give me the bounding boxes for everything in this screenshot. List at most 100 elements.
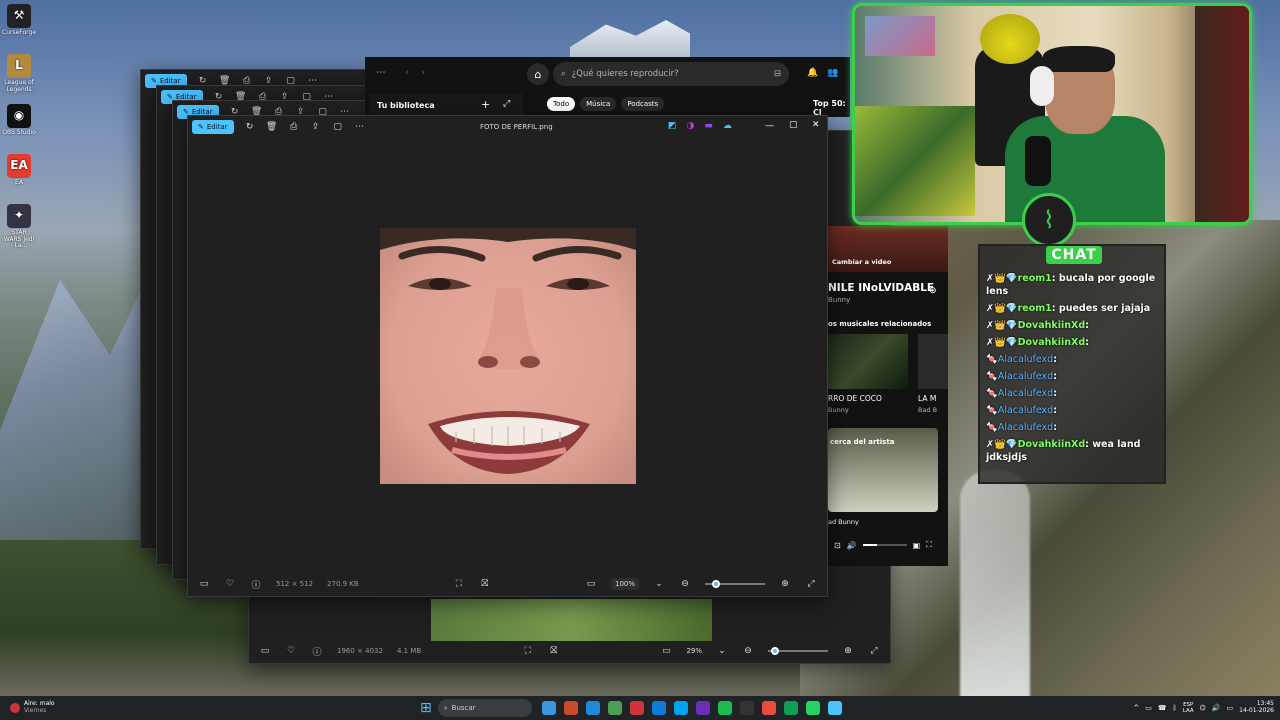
photo-viewer-window-front[interactable]: ✎ Editar ↻ 🗑 ⎙ ⇪ ▢ ⋯ FOTO DE PERFIL.png ◩… xyxy=(187,115,828,597)
desktop-icon[interactable]: ✦ STAR WARS Jedi - La... xyxy=(2,204,36,250)
network-icon[interactable]: ⌬ xyxy=(1200,704,1206,712)
taskbar-app-icon[interactable] xyxy=(739,701,754,715)
desktop-icon[interactable]: EA EA xyxy=(2,154,36,187)
taskbar-app-icon[interactable] xyxy=(629,701,644,715)
chat-username[interactable]: reom1 xyxy=(1018,303,1052,314)
queue-icon[interactable]: ⊡ xyxy=(834,541,841,550)
volume-slider[interactable] xyxy=(862,544,907,546)
maximize-icon[interactable]: ▢ xyxy=(789,120,798,130)
zoom-slider-front[interactable] xyxy=(705,580,766,588)
volume-icon[interactable]: 🔊 xyxy=(1212,704,1221,712)
expand-icon[interactable]: ⤢ xyxy=(503,99,510,109)
taskbar-app-icon[interactable] xyxy=(827,701,842,715)
crop-icon[interactable]: ⛝ xyxy=(479,578,491,590)
chevron-down-icon[interactable]: ⌄ xyxy=(716,645,728,657)
desktop-icon[interactable]: ◉ OBS Studio xyxy=(2,104,36,137)
rotate-icon[interactable]: ↻ xyxy=(244,121,256,133)
zoom-in-icon[interactable]: ⊕ xyxy=(842,645,854,657)
filmstrip-icon[interactable]: ▭ xyxy=(259,645,271,657)
browse-icon[interactable]: ⊟ xyxy=(774,69,781,79)
taskbar-app-icon[interactable] xyxy=(651,701,666,715)
chat-username[interactable]: DovahkiinXd xyxy=(1018,337,1086,348)
taskbar-app-icon[interactable] xyxy=(717,701,732,715)
chat-username[interactable]: Alacalufexd xyxy=(998,422,1053,433)
share-icon[interactable]: ⇪ xyxy=(310,121,322,133)
change-video-button[interactable]: Cambiar a video xyxy=(832,258,891,266)
favorite-icon[interactable]: ♡ xyxy=(224,578,236,590)
zoom-level-front[interactable]: 100% xyxy=(611,578,640,590)
fullscreen-icon[interactable]: ⛶ xyxy=(926,540,932,550)
taskbar-search[interactable]: ⌕ Buscar xyxy=(437,699,532,717)
taskbar-app-icon[interactable] xyxy=(563,701,578,715)
taskbar-app-icon[interactable] xyxy=(805,701,820,715)
chevron-down-icon[interactable]: ⌄ xyxy=(653,578,665,590)
chat-username[interactable]: Alacalufexd xyxy=(998,371,1053,382)
chat-username[interactable]: Alacalufexd xyxy=(998,354,1053,365)
fit-icon[interactable]: ⛶ xyxy=(453,578,465,590)
menu-dots-icon[interactable]: ⋯ xyxy=(375,67,387,79)
taskbar-app-icon[interactable] xyxy=(783,701,798,715)
friends-icon[interactable]: 👥 xyxy=(827,67,839,79)
taskbar-app-icon[interactable] xyxy=(673,701,688,715)
zoom-slider-back[interactable] xyxy=(768,647,828,655)
clock-date[interactable]: 14-01-2026 xyxy=(1239,707,1274,715)
bell-icon[interactable]: 🔔 xyxy=(807,67,819,79)
crop-icon[interactable]: ⛝ xyxy=(548,645,560,657)
desktop-icon[interactable]: ⚒ CurseForge xyxy=(2,4,36,37)
chat-username[interactable]: reom1 xyxy=(1018,273,1052,284)
back-icon[interactable]: ‹ xyxy=(401,67,413,79)
weather-widget[interactable]: Aire: malo Viernes xyxy=(10,701,130,714)
fit-icon[interactable]: ⛶ xyxy=(522,645,534,657)
tray-app-icon[interactable]: ▭ xyxy=(1145,704,1152,712)
photos-icon[interactable]: ▬ xyxy=(704,121,713,131)
volume-icon[interactable]: 🔊 xyxy=(847,541,857,550)
add-circle-icon[interactable]: ⊕ xyxy=(929,286,937,296)
minimize-icon[interactable]: — xyxy=(765,121,774,131)
related-card-1-thumb[interactable] xyxy=(828,334,908,389)
onedrive-icon[interactable]: ☁ xyxy=(723,121,732,131)
zoom-slider-knob[interactable] xyxy=(712,580,721,588)
close-icon[interactable]: ✕ xyxy=(812,120,820,130)
delete-icon[interactable]: 🗑 xyxy=(266,121,278,133)
clipchamp-icon[interactable]: ◑ xyxy=(687,121,695,131)
related-card-2-title[interactable]: LA M xyxy=(918,394,936,403)
chat-username[interactable]: DovahkiinXd xyxy=(1018,320,1086,331)
chevron-up-icon[interactable]: ^ xyxy=(1133,704,1139,712)
taskbar-app-icon[interactable] xyxy=(695,701,710,715)
search-box[interactable]: ⌕ ¿Qué quieres reproducir? ⊟ xyxy=(553,62,789,86)
related-card-1-title[interactable]: RRO DE COCO xyxy=(828,394,882,403)
info-icon[interactable]: ⓘ xyxy=(311,645,323,658)
fullscreen-icon[interactable]: ⤢ xyxy=(805,578,817,590)
taskbar-app-icon[interactable] xyxy=(541,701,556,715)
song-title[interactable]: NILE INoLVIDABLE xyxy=(828,282,934,294)
slideshow-icon[interactable]: ▢ xyxy=(332,121,344,133)
chip-musica[interactable]: Música xyxy=(580,97,617,111)
chat-username[interactable]: Alacalufexd xyxy=(998,388,1053,399)
aspect-icon[interactable]: ▭ xyxy=(585,578,597,590)
forward-icon[interactable]: › xyxy=(417,67,429,79)
taskbar-app-icon[interactable] xyxy=(607,701,622,715)
favorite-icon[interactable]: ♡ xyxy=(285,645,297,657)
taskbar-app-icon[interactable] xyxy=(585,701,600,715)
zoom-in-icon[interactable]: ⊕ xyxy=(779,578,791,590)
bluetooth-icon[interactable]: ᛒ xyxy=(1173,704,1177,712)
aspect-icon[interactable]: ▭ xyxy=(660,645,672,657)
fullscreen-icon[interactable]: ⤢ xyxy=(868,645,880,657)
edit-button[interactable]: ✎ Editar xyxy=(192,120,234,134)
desktop-icon[interactable]: L League of Legends xyxy=(2,54,36,93)
more-icon[interactable]: ⋯ xyxy=(354,121,366,133)
info-icon[interactable]: ⓘ xyxy=(250,578,262,591)
battery-icon[interactable]: ▭ xyxy=(1227,704,1234,712)
chat-username[interactable]: DovahkiinXd xyxy=(1018,439,1086,450)
song-artist[interactable]: Bunny xyxy=(828,296,850,304)
chip-podcasts[interactable]: Podcasts xyxy=(621,97,665,111)
spotify-window[interactable]: ⋯ ‹ › ⌂ ⌕ ¿Qué quieres reproducir? ⊟ 🔔 👥… xyxy=(365,57,850,117)
zoom-out-icon[interactable]: ⊖ xyxy=(742,645,754,657)
chat-username[interactable]: Alacalufexd xyxy=(998,405,1053,416)
print-icon[interactable]: ⎙ xyxy=(288,121,300,133)
library-title[interactable]: Tu biblioteca xyxy=(377,101,435,110)
chip-todo[interactable]: Todo xyxy=(547,97,576,111)
zoom-slider-knob[interactable] xyxy=(771,647,779,655)
related-card-2-thumb[interactable] xyxy=(918,334,948,389)
add-icon[interactable]: + xyxy=(481,98,490,111)
